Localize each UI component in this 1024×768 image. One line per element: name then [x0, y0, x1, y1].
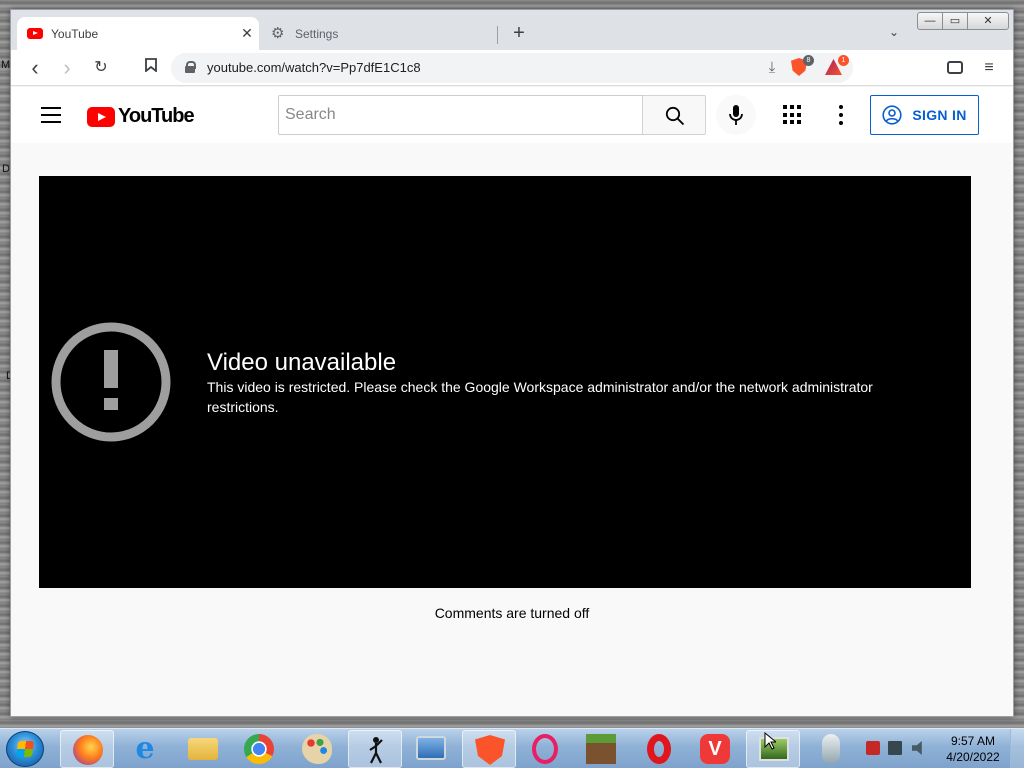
back-button[interactable]: ‹ [25, 57, 45, 79]
tab-title: Settings [295, 26, 339, 41]
exclamation-circle-icon [51, 322, 171, 442]
youtube-play-icon [87, 106, 115, 127]
guide-menu-icon[interactable] [41, 107, 61, 123]
youtube-logo-text: YouTube [118, 105, 195, 127]
address-bar[interactable]: youtube.com/watch?v=Pp7dfE1C1c8 ⤓ [171, 53, 853, 83]
voice-search-button[interactable] [716, 95, 756, 135]
taskbar-clock[interactable]: 9:57 AM 4/20/2022 [940, 733, 1006, 765]
brave-icon [475, 735, 505, 765]
mouse-cursor-icon [764, 732, 776, 750]
control-panel-icon [416, 736, 446, 760]
desktop-icon-label: D [2, 163, 10, 175]
taskbar-vivaldi[interactable]: V [688, 730, 742, 768]
start-button[interactable] [6, 731, 44, 767]
sign-in-button[interactable]: SIGN IN [870, 95, 979, 135]
tab-divider [497, 26, 498, 44]
taskbar-firefox[interactable] [60, 730, 114, 768]
close-tab-icon[interactable]: ✕ [239, 25, 255, 41]
taskbar-file-explorer[interactable] [176, 730, 230, 768]
taskbar-stick-figure-app[interactable] [348, 730, 402, 768]
taskbar-opera-gx[interactable] [518, 730, 572, 768]
microphone-icon [729, 105, 743, 125]
maximize-button[interactable]: ▭ [942, 12, 968, 30]
bookmark-button[interactable] [141, 58, 161, 78]
search-icon [665, 106, 685, 126]
new-tab-button[interactable]: + [509, 23, 529, 43]
shields-count-badge: 8 [803, 55, 814, 66]
taskbar-paint[interactable] [290, 730, 344, 768]
sign-in-label: SIGN IN [912, 107, 967, 123]
browser-toolbar: ‹ › ↻ youtube.com/watch?v=Pp7dfE1C1c8 ⤓ … [11, 50, 1013, 86]
rewards-count-badge: 1 [838, 55, 849, 66]
stick-figure-icon [369, 737, 383, 764]
tab-search-button[interactable]: ⌄ [884, 25, 904, 41]
opera-gx-icon [532, 734, 558, 764]
opera-icon [647, 734, 671, 764]
search-field-container [278, 95, 643, 135]
firefox-icon [73, 735, 103, 765]
file-explorer-icon [188, 738, 218, 760]
error-title: Video unavailable [207, 349, 397, 376]
volume-icon[interactable] [912, 741, 922, 755]
youtube-logo[interactable]: YouTube [87, 105, 195, 128]
search-input[interactable] [279, 96, 642, 134]
desktop-icon-label: M [1, 59, 11, 71]
youtube-page: YouTube SIGN IN [11, 87, 1013, 716]
tab-youtube[interactable]: YouTube ✕ [17, 17, 259, 50]
tab-settings[interactable]: ⚙ Settings [261, 17, 497, 50]
reload-button[interactable]: ↻ [91, 58, 111, 78]
gear-icon: ⚙ [271, 24, 285, 42]
comments-status: Comments are turned off [434, 605, 590, 621]
tab-title: YouTube [51, 26, 99, 41]
url-text[interactable]: youtube.com/watch?v=Pp7dfE1C1c8 [207, 60, 421, 75]
forward-button[interactable]: › [57, 57, 77, 79]
video-player[interactable]: Video unavailable This video is restrict… [39, 176, 971, 588]
taskbar-brave[interactable] [462, 730, 516, 768]
taskbar-mouse[interactable] [804, 730, 858, 768]
apps-grid-icon[interactable] [783, 105, 803, 125]
taskbar-control-panel[interactable] [404, 730, 458, 768]
show-desktop-button[interactable] [1010, 729, 1024, 768]
taskbar-chrome[interactable] [232, 730, 286, 768]
internet-explorer-icon: e [135, 731, 155, 766]
close-window-button[interactable]: ✕ [967, 12, 1009, 30]
system-tray [862, 739, 942, 759]
more-vertical-icon[interactable] [837, 105, 845, 125]
clock-time: 9:57 AM [950, 734, 996, 748]
vivaldi-icon: V [700, 734, 730, 764]
minecraft-icon [586, 734, 616, 764]
bookmark-icon [145, 58, 157, 73]
network-icon[interactable] [888, 741, 902, 755]
lock-icon [185, 61, 196, 73]
paint-palette-icon [302, 734, 332, 764]
taskbar-minecraft[interactable] [574, 730, 628, 768]
install-app-icon[interactable]: ⤓ [763, 59, 781, 77]
clock-date: 4/20/2022 [946, 750, 1000, 764]
action-center-flag-icon[interactable] [866, 741, 880, 755]
account-circle-icon [882, 105, 902, 125]
mouse-icon [822, 734, 840, 764]
youtube-header: YouTube SIGN IN [11, 87, 1013, 143]
chrome-icon [244, 734, 274, 764]
minimize-button[interactable]: — [917, 12, 943, 30]
browser-window: YouTube ✕ ⚙ Settings + ⌄ — ▭ ✕ ‹ › ↻ you… [10, 9, 1014, 717]
tab-strip: YouTube ✕ ⚙ Settings + ⌄ — ▭ ✕ [11, 10, 1013, 50]
browser-menu-icon[interactable]: ≡ [981, 58, 997, 78]
search-button[interactable] [642, 95, 706, 135]
taskbar: e V 9:57 AM 4/20/2022 [0, 728, 1024, 768]
wallet-icon[interactable] [947, 61, 963, 74]
error-message: This video is restricted. Please check t… [207, 379, 873, 415]
taskbar-internet-explorer[interactable]: e [118, 730, 172, 768]
youtube-favicon-icon [27, 28, 43, 39]
taskbar-opera[interactable] [632, 730, 686, 768]
